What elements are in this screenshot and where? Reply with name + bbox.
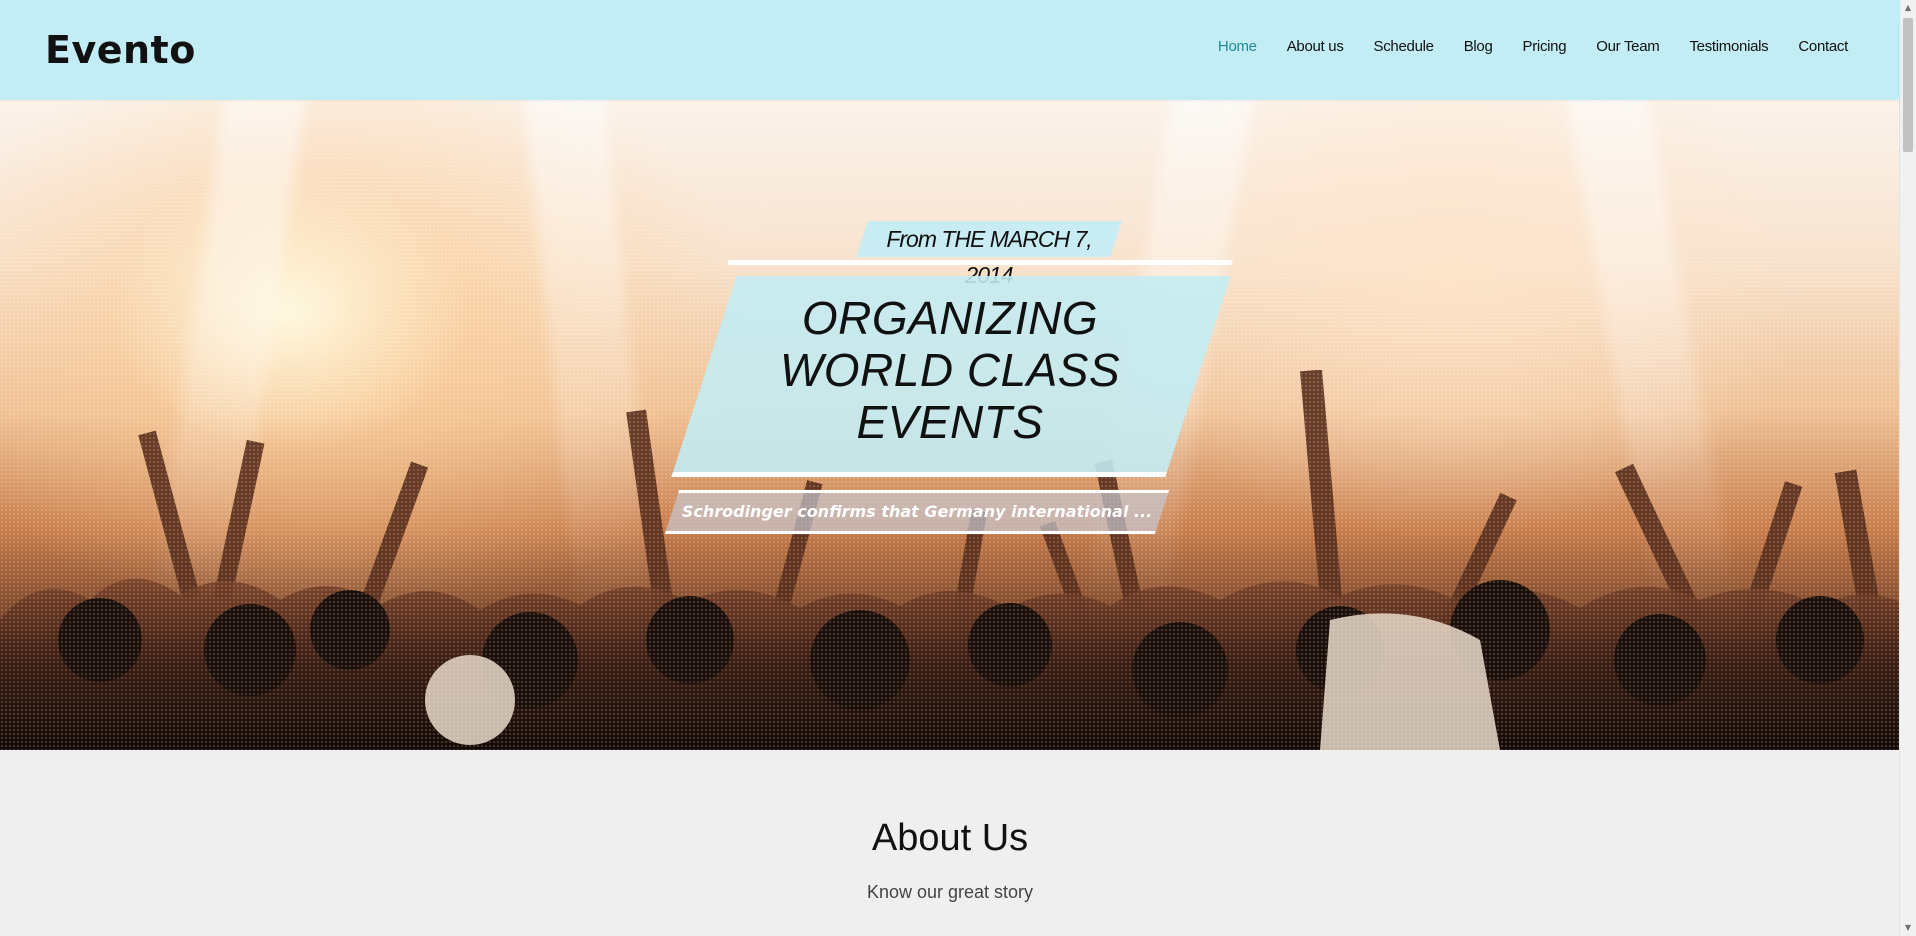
hero-title-line: WORLD CLASS	[779, 344, 1121, 396]
hero-banner: From THE MARCH 7, 2014 ORGANIZING WORLD …	[0, 100, 1900, 750]
nav-pricing[interactable]: Pricing	[1523, 38, 1567, 55]
hero-title-line: EVENTS	[856, 396, 1044, 448]
scroll-up-arrow-icon[interactable]: ▲	[1900, 0, 1916, 16]
nav-home[interactable]: Home	[1218, 38, 1257, 55]
about-section-title: About Us	[871, 817, 1029, 859]
nav-contact[interactable]: Contact	[1798, 38, 1848, 55]
hero-divider	[727, 260, 1233, 265]
scroll-down-arrow-icon[interactable]: ▼	[1900, 920, 1916, 936]
hero-title: ORGANIZING WORLD CLASS EVENTS	[700, 292, 1200, 448]
hero-title-line: ORGANIZING	[801, 292, 1099, 344]
site-logo[interactable]: Evento	[45, 26, 196, 74]
page-scrollbar[interactable]: ▲ ▼	[1899, 0, 1916, 936]
about-section-subtitle: Know our great story	[866, 882, 1034, 902]
page: Evento Home About us Schedule Blog Prici…	[0, 0, 1916, 936]
scrollbar-thumb[interactable]	[1903, 18, 1913, 152]
nav-testimonials[interactable]: Testimonials	[1689, 38, 1768, 55]
nav-our-team[interactable]: Our Team	[1596, 38, 1659, 55]
nav-blog[interactable]: Blog	[1464, 38, 1493, 55]
site-header: Evento Home About us Schedule Blog Prici…	[0, 0, 1900, 100]
nav-about-us[interactable]: About us	[1287, 38, 1344, 55]
hero-subtitle[interactable]: Schrodinger confirms that Germany intern…	[672, 493, 1162, 531]
main-nav: Home About us Schedule Blog Pricing Our …	[1218, 38, 1848, 55]
hero-date-text: From THE MARCH 7, 2014	[886, 226, 1092, 288]
nav-schedule[interactable]: Schedule	[1374, 38, 1434, 55]
